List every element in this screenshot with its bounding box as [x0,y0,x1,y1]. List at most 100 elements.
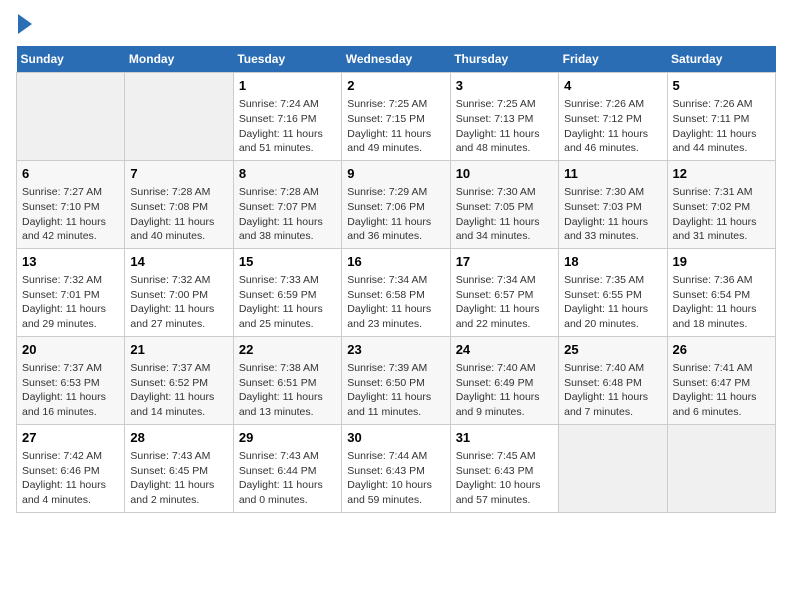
calendar-cell: 10 Sunrise: 7:30 AMSunset: 7:05 PMDayligh… [450,160,558,248]
cell-content: Sunrise: 7:37 AMSunset: 6:53 PMDaylight:… [22,361,119,420]
calendar-cell: 2 Sunrise: 7:25 AMSunset: 7:15 PMDaylight… [342,73,450,161]
day-number: 27 [22,429,119,447]
calendar-cell [667,424,775,512]
cell-content: Sunrise: 7:37 AMSunset: 6:52 PMDaylight:… [130,361,227,420]
calendar-cell: 24 Sunrise: 7:40 AMSunset: 6:49 PMDayligh… [450,336,558,424]
cell-content: Sunrise: 7:27 AMSunset: 7:10 PMDaylight:… [22,185,119,244]
calendar-week-row: 20 Sunrise: 7:37 AMSunset: 6:53 PMDayligh… [17,336,776,424]
cell-content: Sunrise: 7:34 AMSunset: 6:57 PMDaylight:… [456,273,553,332]
calendar-cell: 19Sunrise: 7:36 AMSunset: 6:54 PMDayligh… [667,248,775,336]
cell-content: Sunrise: 7:38 AMSunset: 6:51 PMDaylight:… [239,361,336,420]
calendar-cell: 25Sunrise: 7:40 AMSunset: 6:48 PMDayligh… [559,336,667,424]
calendar-cell: 1 Sunrise: 7:24 AMSunset: 7:16 PMDaylight… [233,73,341,161]
calendar-header-row: SundayMondayTuesdayWednesdayThursdayFrid… [17,46,776,73]
cell-content: Sunrise: 7:40 AMSunset: 6:49 PMDaylight:… [456,361,553,420]
day-number: 9 [347,165,444,183]
calendar-cell: 14 Sunrise: 7:32 AMSunset: 7:00 PMDayligh… [125,248,233,336]
day-number: 7 [130,165,227,183]
calendar-cell: 6 Sunrise: 7:27 AMSunset: 7:10 PMDaylight… [17,160,125,248]
day-number: 31 [456,429,553,447]
day-number: 20 [22,341,119,359]
cell-content: Sunrise: 7:32 AMSunset: 7:00 PMDaylight:… [130,273,227,332]
day-number: 24 [456,341,553,359]
calendar-cell: 21 Sunrise: 7:37 AMSunset: 6:52 PMDayligh… [125,336,233,424]
col-header-sunday: Sunday [17,46,125,73]
calendar-cell: 31 Sunrise: 7:45 AMSunset: 6:43 PMDayligh… [450,424,558,512]
calendar-cell: 20 Sunrise: 7:37 AMSunset: 6:53 PMDayligh… [17,336,125,424]
calendar-cell: 16Sunrise: 7:34 AMSunset: 6:58 PMDayligh… [342,248,450,336]
cell-content: Sunrise: 7:35 AMSunset: 6:55 PMDaylight:… [564,273,661,332]
calendar-cell: 30 Sunrise: 7:44 AMSunset: 6:43 PMDayligh… [342,424,450,512]
day-number: 8 [239,165,336,183]
calendar-cell: 4 Sunrise: 7:26 AMSunset: 7:12 PMDaylight… [559,73,667,161]
day-number: 16 [347,253,444,271]
cell-content: Sunrise: 7:43 AMSunset: 6:44 PMDaylight:… [239,449,336,508]
day-number: 5 [673,77,770,95]
day-number: 2 [347,77,444,95]
cell-content: Sunrise: 7:42 AMSunset: 6:46 PMDaylight:… [22,449,119,508]
day-number: 15 [239,253,336,271]
cell-content: Sunrise: 7:32 AMSunset: 7:01 PMDaylight:… [22,273,119,332]
cell-content: Sunrise: 7:41 AMSunset: 6:47 PMDaylight:… [673,361,770,420]
day-number: 25 [564,341,661,359]
calendar-cell: 29 Sunrise: 7:43 AMSunset: 6:44 PMDayligh… [233,424,341,512]
cell-content: Sunrise: 7:39 AMSunset: 6:50 PMDaylight:… [347,361,444,420]
calendar-cell: 17 Sunrise: 7:34 AMSunset: 6:57 PMDayligh… [450,248,558,336]
calendar-week-row: 1 Sunrise: 7:24 AMSunset: 7:16 PMDaylight… [17,73,776,161]
day-number: 3 [456,77,553,95]
day-number: 6 [22,165,119,183]
calendar-cell: 22 Sunrise: 7:38 AMSunset: 6:51 PMDayligh… [233,336,341,424]
calendar-cell [125,73,233,161]
cell-content: Sunrise: 7:28 AMSunset: 7:07 PMDaylight:… [239,185,336,244]
day-number: 11 [564,165,661,183]
calendar-cell: 7 Sunrise: 7:28 AMSunset: 7:08 PMDaylight… [125,160,233,248]
calendar-cell: 11 Sunrise: 7:30 AMSunset: 7:03 PMDayligh… [559,160,667,248]
day-number: 22 [239,341,336,359]
day-number: 4 [564,77,661,95]
col-header-saturday: Saturday [667,46,775,73]
day-number: 23 [347,341,444,359]
cell-content: Sunrise: 7:24 AMSunset: 7:16 PMDaylight:… [239,97,336,156]
calendar-cell [17,73,125,161]
day-number: 30 [347,429,444,447]
calendar-cell: 9Sunrise: 7:29 AMSunset: 7:06 PMDaylight… [342,160,450,248]
cell-content: Sunrise: 7:36 AMSunset: 6:54 PMDaylight:… [673,273,770,332]
cell-content: Sunrise: 7:30 AMSunset: 7:03 PMDaylight:… [564,185,661,244]
calendar-cell: 13 Sunrise: 7:32 AMSunset: 7:01 PMDayligh… [17,248,125,336]
day-number: 1 [239,77,336,95]
calendar-cell: 8 Sunrise: 7:28 AMSunset: 7:07 PMDaylight… [233,160,341,248]
cell-content: Sunrise: 7:25 AMSunset: 7:13 PMDaylight:… [456,97,553,156]
page-header [16,16,776,34]
calendar-cell: 12Sunrise: 7:31 AMSunset: 7:02 PMDayligh… [667,160,775,248]
col-header-monday: Monday [125,46,233,73]
logo-arrow-icon [18,14,32,34]
calendar-week-row: 13 Sunrise: 7:32 AMSunset: 7:01 PMDayligh… [17,248,776,336]
cell-content: Sunrise: 7:44 AMSunset: 6:43 PMDaylight:… [347,449,444,508]
day-number: 13 [22,253,119,271]
day-number: 18 [564,253,661,271]
day-number: 14 [130,253,227,271]
day-number: 10 [456,165,553,183]
calendar-cell: 18 Sunrise: 7:35 AMSunset: 6:55 PMDayligh… [559,248,667,336]
day-number: 28 [130,429,227,447]
cell-content: Sunrise: 7:43 AMSunset: 6:45 PMDaylight:… [130,449,227,508]
calendar-cell: 5 Sunrise: 7:26 AMSunset: 7:11 PMDaylight… [667,73,775,161]
calendar-week-row: 27 Sunrise: 7:42 AMSunset: 6:46 PMDayligh… [17,424,776,512]
logo [16,16,32,34]
cell-content: Sunrise: 7:28 AMSunset: 7:08 PMDaylight:… [130,185,227,244]
col-header-wednesday: Wednesday [342,46,450,73]
calendar-cell: 28 Sunrise: 7:43 AMSunset: 6:45 PMDayligh… [125,424,233,512]
day-number: 21 [130,341,227,359]
calendar-cell [559,424,667,512]
cell-content: Sunrise: 7:25 AMSunset: 7:15 PMDaylight:… [347,97,444,156]
cell-content: Sunrise: 7:26 AMSunset: 7:11 PMDaylight:… [673,97,770,156]
cell-content: Sunrise: 7:45 AMSunset: 6:43 PMDaylight:… [456,449,553,508]
day-number: 29 [239,429,336,447]
calendar-cell: 15Sunrise: 7:33 AMSunset: 6:59 PMDayligh… [233,248,341,336]
cell-content: Sunrise: 7:30 AMSunset: 7:05 PMDaylight:… [456,185,553,244]
day-number: 12 [673,165,770,183]
cell-content: Sunrise: 7:26 AMSunset: 7:12 PMDaylight:… [564,97,661,156]
col-header-friday: Friday [559,46,667,73]
calendar-table: SundayMondayTuesdayWednesdayThursdayFrid… [16,46,776,513]
day-number: 17 [456,253,553,271]
